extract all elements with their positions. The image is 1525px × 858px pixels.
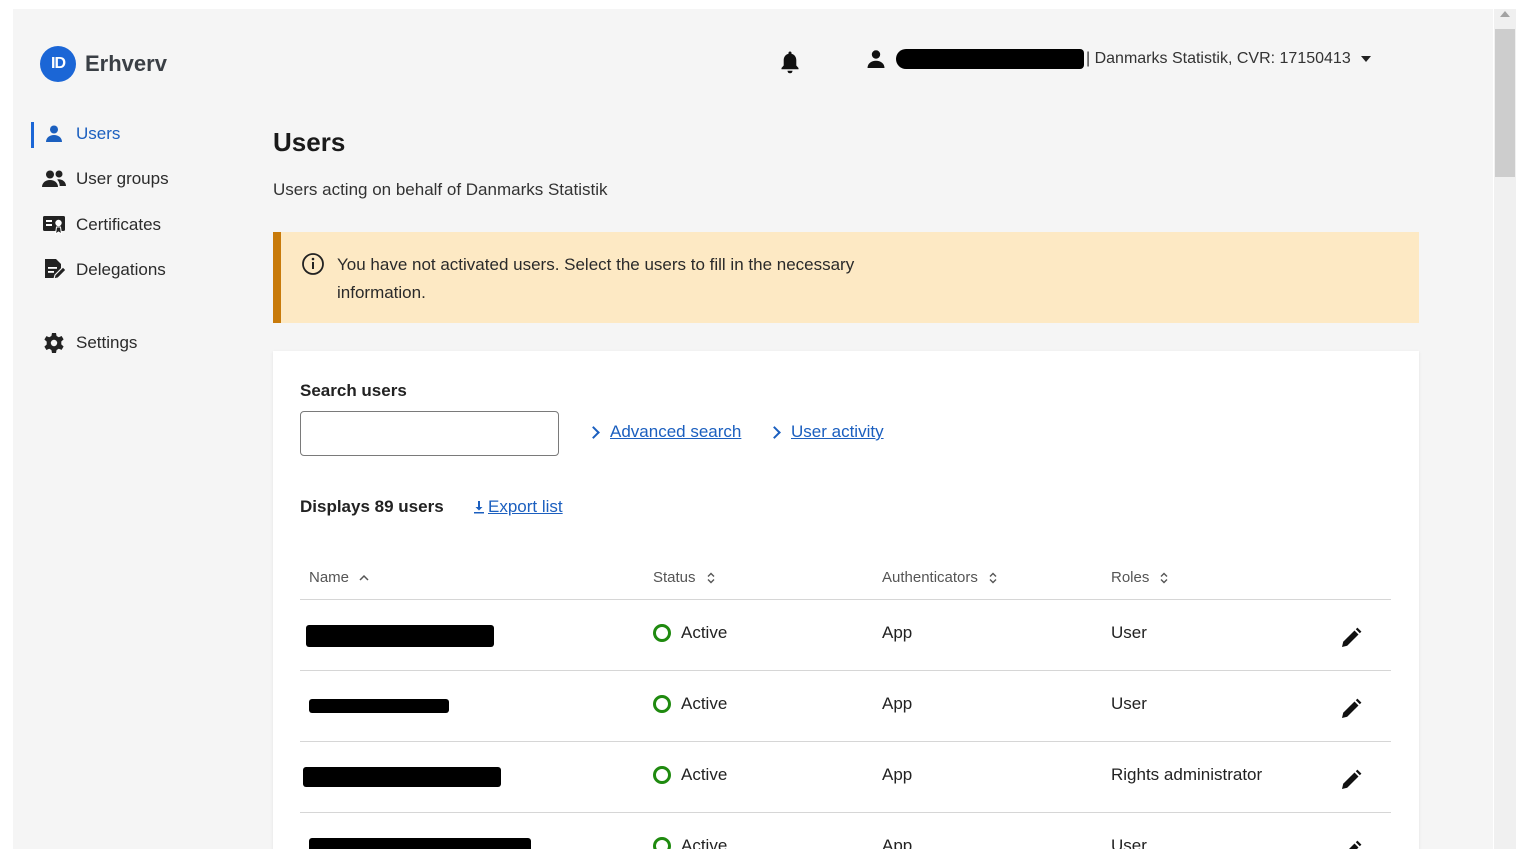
column-header-name[interactable]: Name — [309, 569, 369, 586]
status-badge: Active — [653, 623, 727, 643]
user-count: Displays 89 users — [300, 497, 444, 516]
table-row[interactable]: Active App User — [300, 813, 1391, 849]
user-activity-label: User activity — [791, 422, 884, 441]
column-header-authenticators[interactable]: Authenticators — [882, 569, 998, 586]
redacted-name — [309, 838, 531, 849]
role-cell: User — [1111, 694, 1147, 713]
authenticator-cell: App — [882, 623, 913, 642]
window-bottom-edge — [0, 849, 1525, 858]
advanced-search-label: Advanced search — [610, 422, 742, 441]
users-table: Name Status Authenticators Roles Active … — [300, 561, 1391, 849]
status-badge: Active — [653, 765, 727, 785]
export-list-label: Export list — [488, 497, 563, 516]
user-activity-link[interactable]: User activity — [768, 422, 884, 442]
sidebar-item-label: Certificates — [76, 215, 162, 234]
status-badge: Active — [653, 836, 727, 849]
advanced-search-link[interactable]: Advanced search — [587, 422, 742, 442]
status-active-icon — [653, 695, 671, 713]
alert-message: You have not activated users. Select the… — [337, 255, 855, 302]
download-icon — [474, 501, 484, 514]
vertical-scrollbar[interactable] — [1494, 9, 1516, 849]
logo[interactable]: ID Erhverv — [40, 46, 167, 82]
export-list-link[interactable]: Export list — [473, 497, 563, 517]
active-indicator — [31, 122, 34, 148]
column-header-roles[interactable]: Roles — [1111, 569, 1169, 586]
status-text: Active — [681, 623, 728, 642]
status-active-icon — [653, 624, 671, 642]
users-card: Search users Advanced search User activi… — [273, 351, 1419, 849]
user-icon — [41, 122, 67, 146]
status-active-icon — [653, 837, 671, 849]
table-header: Name Status Authenticators Roles — [300, 561, 1391, 600]
edit-icon[interactable] — [1340, 627, 1362, 654]
user-group-icon — [41, 167, 67, 191]
scroll-up-arrow-icon[interactable] — [1500, 11, 1510, 17]
role-cell: User — [1111, 623, 1147, 642]
logo-text: Erhverv — [85, 51, 167, 76]
column-label: Roles — [1111, 569, 1150, 586]
redacted-name — [309, 699, 449, 713]
sort-ascending-icon — [359, 574, 369, 582]
sort-icon — [988, 572, 998, 584]
sidebar-item-label: User groups — [76, 169, 169, 188]
sidebar-item-user-groups[interactable]: User groups — [31, 167, 169, 191]
table-row[interactable]: Active App User — [300, 671, 1391, 742]
authenticator-cell: App — [882, 694, 913, 713]
sort-icon — [1159, 572, 1169, 584]
status-badge: Active — [653, 694, 727, 714]
redacted-name — [306, 625, 494, 647]
redacted-name — [303, 767, 501, 787]
authenticator-cell: App — [882, 765, 913, 784]
bell-icon[interactable] — [779, 50, 801, 79]
sort-icon — [706, 572, 716, 584]
page-subtitle: Users acting on behalf of Danmarks Stati… — [273, 180, 608, 199]
table-row[interactable]: Active App Rights administrator — [300, 742, 1391, 813]
table-row[interactable]: Active App User — [300, 600, 1391, 671]
page-title: Users — [273, 127, 346, 157]
role-cell: User — [1111, 836, 1147, 849]
sidebar-item-settings[interactable]: Settings — [31, 331, 137, 355]
delegation-icon — [41, 258, 67, 282]
column-label: Authenticators — [882, 569, 978, 586]
search-label: Search users — [300, 381, 407, 400]
sidebar-item-label: Delegations — [76, 260, 166, 279]
search-input[interactable] — [300, 411, 559, 456]
sidebar-item-users[interactable]: Users — [31, 122, 121, 148]
role-cell: Rights administrator — [1111, 765, 1263, 784]
column-label: Name — [309, 569, 350, 586]
logo-badge: ID — [40, 46, 76, 82]
status-text: Active — [681, 836, 728, 849]
authenticator-cell: App — [882, 836, 913, 849]
edit-icon[interactable] — [1340, 840, 1362, 849]
account-menu[interactable]: | Danmarks Statistik, CVR: 17150413 — [866, 49, 1371, 69]
column-header-status[interactable]: Status — [653, 569, 716, 586]
info-alert: You have not activated users. Select the… — [273, 232, 1419, 323]
edit-icon[interactable] — [1340, 769, 1362, 796]
info-icon — [301, 252, 325, 281]
sidebar-item-label: Users — [76, 124, 121, 143]
gear-icon — [41, 331, 67, 355]
column-label: Status — [653, 569, 696, 586]
status-text: Active — [681, 694, 728, 713]
chevron-down-icon — [1360, 56, 1371, 62]
chevron-right-icon — [587, 425, 600, 439]
sidebar-item-delegations[interactable]: Delegations — [31, 258, 166, 282]
certificate-icon — [41, 213, 67, 237]
status-text: Active — [681, 765, 728, 784]
edit-icon[interactable] — [1340, 698, 1362, 725]
chevron-right-icon — [768, 425, 781, 439]
user-icon — [867, 50, 885, 68]
status-active-icon — [653, 766, 671, 784]
scrollbar-thumb[interactable] — [1495, 29, 1515, 177]
account-organization: | Danmarks Statistik, CVR: 17150413 — [1086, 50, 1351, 67]
sidebar-item-label: Settings — [76, 333, 138, 352]
redacted-username — [896, 49, 1084, 69]
app-window: ID Erhverv | Danmarks Statistik, CVR: 17… — [13, 9, 1493, 849]
sidebar-item-certificates[interactable]: Certificates — [31, 213, 161, 237]
